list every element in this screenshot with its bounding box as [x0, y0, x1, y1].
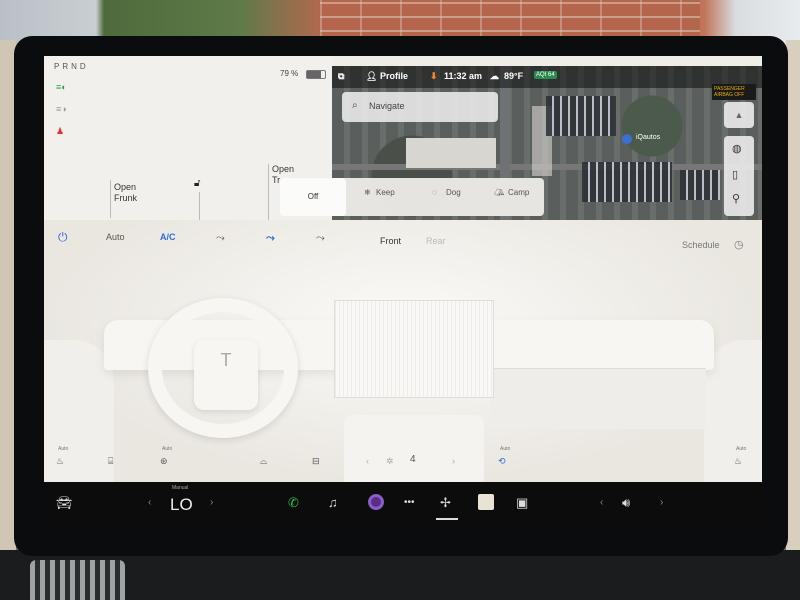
passenger-seat-heat-icon[interactable]: ♨	[734, 456, 742, 467]
poi-pin-icon[interactable]	[622, 134, 632, 144]
rear-tab[interactable]: Rear	[426, 236, 446, 246]
toybox-icon[interactable]	[478, 494, 494, 510]
fan-increase-button[interactable]: ›	[452, 456, 455, 466]
auto-button[interactable]: Auto	[106, 232, 125, 242]
rear-defrost-icon[interactable]: ⌸	[108, 456, 113, 467]
map-parking-lot	[680, 170, 720, 200]
climate-power-icon[interactable]: ⏻	[58, 230, 68, 245]
fan-speed-value: 4	[410, 454, 416, 465]
map-top-bar: ⧉ 👤︎ Profile ⬇ 11:32 am ☁ 89°F AQI 64	[332, 66, 762, 88]
map-building	[406, 138, 496, 168]
recirculate-icon[interactable]: ⟲	[498, 456, 506, 467]
climate-panel: ⏻ Auto A/C ⤳ ⤳ ⤳ Front Rear Schedule ◷ T…	[44, 220, 762, 490]
volume-down-button[interactable]: ‹	[600, 497, 603, 508]
climate-mode-label: Manual	[172, 485, 189, 491]
airflow-windshield-icon[interactable]: ⤳	[316, 232, 325, 245]
map-parking-lot	[582, 162, 672, 202]
fan-climate-icon[interactable]: ✢	[440, 495, 451, 511]
globe-icon[interactable]: ◍	[732, 142, 742, 155]
passenger-airbag-status: PASSENGER AIRBAG OFF	[712, 84, 756, 100]
ac-button[interactable]: A/C	[160, 232, 176, 242]
profile-button[interactable]: Profile	[380, 71, 408, 81]
compass-button[interactable]: ▲	[724, 102, 754, 128]
front-defrost-icon[interactable]: ⌓	[260, 456, 267, 467]
trunk-callout-line	[268, 164, 269, 220]
headlights-icon: ≡◐	[56, 82, 67, 92]
driver-seat-heat-icon[interactable]: ♨	[56, 456, 64, 467]
temperature: 89°F	[504, 71, 524, 81]
schedule-button[interactable]: Schedule	[682, 240, 720, 250]
aqi-badge: AQI 64	[534, 71, 557, 79]
fan-decrease-button[interactable]: ‹	[366, 456, 369, 466]
battery-icon	[306, 70, 326, 79]
glovebox-illustration	[490, 368, 706, 429]
phone-icon[interactable]: ✆	[288, 495, 299, 511]
auto-lights-icon: ≡◑	[56, 104, 67, 114]
map-parking-lot	[546, 96, 616, 136]
seat-heat-auto-label: Auto	[58, 446, 69, 452]
dog-mode-icon: ◌	[432, 188, 437, 197]
airflow-face-icon[interactable]: ⤳	[216, 232, 225, 245]
air-vent	[30, 560, 125, 600]
seatbelt-warning-icon: ♟	[56, 126, 65, 136]
mode-keep-button[interactable]: Keep	[376, 188, 395, 197]
rear-window-defrost-icon[interactable]: ⊟	[312, 456, 320, 467]
temp-up-button[interactable]: ›	[210, 497, 213, 508]
center-screen-illustration	[334, 300, 494, 398]
camp-mode-icon: ⛺︎	[494, 188, 505, 197]
mode-off-button[interactable]: Off	[280, 178, 346, 216]
gear-indicator: PRND	[54, 62, 89, 71]
front-tab[interactable]: Front	[380, 236, 401, 246]
volume-up-button[interactable]: ›	[660, 497, 663, 508]
open-frunk-button[interactable]: Open Frunk	[114, 182, 137, 204]
taskbar: 🚘︎ ‹ Manual LO › ✆ ♫ ••• ✢ ▣ ‹ 🔊︎ ›	[44, 482, 762, 526]
lock-callout-line	[199, 192, 200, 220]
location-pin-icon[interactable]: ⚲	[732, 192, 740, 205]
mode-camp-button[interactable]: Camp	[508, 188, 529, 197]
clock-time: 11:32 am	[444, 71, 483, 81]
temp-down-button[interactable]: ‹	[148, 497, 151, 508]
poi-label: iQautos	[636, 134, 661, 141]
clock-icon[interactable]: ◷	[734, 238, 744, 251]
profile-icon[interactable]: 👤︎	[366, 71, 377, 82]
download-icon[interactable]: ⬇	[430, 71, 438, 82]
mode-dog-button[interactable]: Dog	[446, 188, 461, 197]
console-illustration	[344, 415, 484, 485]
more-apps-icon[interactable]: •••	[404, 497, 415, 508]
tesla-logo-icon: T	[194, 340, 258, 410]
car-icon[interactable]: 🚘︎	[56, 495, 73, 511]
music-icon[interactable]: ♫	[328, 495, 338, 510]
active-indicator	[436, 518, 458, 520]
wheel-heat-auto-label: Auto	[162, 446, 173, 452]
weather-icon: ☁	[490, 71, 499, 81]
airflow-feet-icon[interactable]: ⤳	[266, 232, 275, 245]
recirc-auto-label: Auto	[500, 446, 511, 452]
driver-temperature[interactable]: LO	[170, 495, 193, 515]
lock-status-icon[interactable]: ⧉	[338, 71, 344, 82]
camera-icon[interactable]	[368, 494, 384, 510]
frunk-callout-line	[110, 180, 111, 218]
dash-trim-right	[786, 40, 800, 560]
navigate-search[interactable]: ⌕ Navigate	[342, 92, 498, 122]
theater-icon[interactable]: ▣	[516, 495, 528, 511]
touchscreen: PRND ≡◐ ≡◑ ♟ 79 % Open Frunk 🔓︎ Open Tr …	[44, 56, 762, 526]
steering-wheel-heat-icon[interactable]: ⊛	[160, 456, 168, 467]
trip-list-icon[interactable]: ▯	[732, 168, 738, 181]
map-controls: ◍ ▯ ⚲	[724, 136, 754, 216]
passenger-seat-auto-label: Auto	[736, 446, 747, 452]
volume-icon[interactable]: 🔊︎	[622, 495, 630, 511]
climate-mode-selector: Off ❄ Keep ◌ Dog ⛺︎ Camp	[280, 178, 544, 216]
search-input[interactable]: Navigate	[369, 101, 405, 111]
battery-percent: 79 %	[280, 69, 299, 78]
unlock-icon[interactable]: 🔓︎	[194, 178, 200, 189]
keep-mode-icon: ❄	[364, 188, 371, 197]
fan-icon: ✲	[386, 456, 394, 466]
search-icon: ⌕	[352, 100, 358, 111]
